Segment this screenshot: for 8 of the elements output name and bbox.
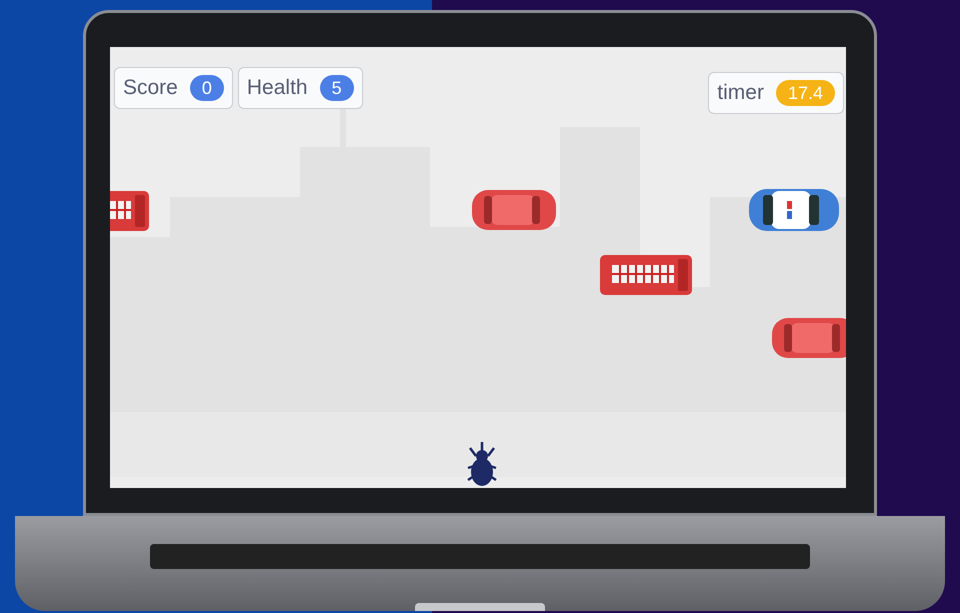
variable-value: 0 [190, 74, 224, 101]
variable-value: 5 [320, 74, 354, 101]
variable-label: Health [246, 75, 308, 101]
car-icon [470, 187, 558, 233]
variable-label: Score [123, 75, 178, 101]
car-icon [770, 315, 846, 361]
variable-label: timer [717, 80, 764, 106]
variable-value: 17.4 [776, 80, 835, 106]
